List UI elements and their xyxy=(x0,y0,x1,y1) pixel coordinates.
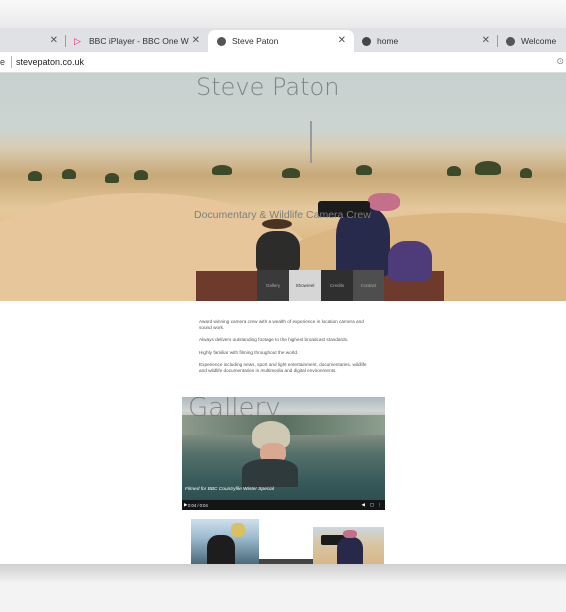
person xyxy=(388,241,432,281)
close-icon[interactable]: ✕ xyxy=(338,35,346,46)
tab-unknown[interactable]: ✕ xyxy=(0,30,66,52)
address-prefix: e xyxy=(0,57,6,67)
thumb-headscarf xyxy=(343,530,357,538)
url-text[interactable]: stevepaton.co.uk xyxy=(16,57,84,67)
nav-label: Credits xyxy=(329,283,345,288)
person xyxy=(256,231,300,273)
thumb-person xyxy=(231,523,245,537)
more-icon[interactable]: ⋮ xyxy=(378,502,383,508)
video-time: 0:04 / 0:04 xyxy=(188,503,208,508)
window-shadow xyxy=(0,564,566,612)
close-icon[interactable]: ✕ xyxy=(482,35,490,46)
palm-tree xyxy=(134,170,148,180)
window-shadow xyxy=(0,0,566,28)
hero-image: Steve Paton Documentary & Wildlife Camer… xyxy=(0,73,566,301)
nav-label: Gallery xyxy=(265,283,281,288)
video-controls: ▶ 0:04 / 0:04 ◀ ▢ ⋮ xyxy=(182,500,385,510)
palm-tree xyxy=(475,161,501,175)
tab-welcome[interactable]: Welcome xyxy=(498,30,566,52)
nav-label: Contact xyxy=(360,283,377,288)
fullscreen-icon[interactable]: ▢ xyxy=(370,502,374,508)
intro-text: Award winning camera crew with a wealth … xyxy=(199,319,371,381)
nav-gallery[interactable]: Gallery xyxy=(257,270,289,301)
address-bar[interactable]: e stevepaton.co.uk ⊙ xyxy=(0,52,566,73)
palm-tree xyxy=(105,173,119,183)
tab-home[interactable]: home ✕ xyxy=(354,30,498,52)
address-divider xyxy=(11,56,12,68)
tab-label: Welcome xyxy=(521,36,557,46)
mast xyxy=(310,121,312,163)
play-icon[interactable]: ▶ xyxy=(184,502,187,508)
paragraph: Experience including news, sport and lig… xyxy=(199,362,367,373)
headscarf xyxy=(368,193,400,211)
palm-tree xyxy=(28,171,42,181)
tab-label: home xyxy=(377,36,399,46)
palm-tree xyxy=(356,165,372,175)
palm-tree xyxy=(282,168,300,178)
palm-tree xyxy=(62,169,76,179)
globe-icon xyxy=(217,36,226,46)
site-title: Steve Paton xyxy=(196,73,340,101)
site-info-icon[interactable]: ⊙ xyxy=(556,56,564,67)
tab-label: Steve Paton xyxy=(232,36,279,46)
page-content: Steve Paton Documentary & Wildlife Camer… xyxy=(0,73,566,564)
tab-bar: ✕ ▷ BBC iPlayer - BBC One West C ✕ Steve… xyxy=(0,28,566,52)
iplayer-icon: ▷ xyxy=(74,35,81,46)
video-body xyxy=(242,459,298,487)
volume-icon[interactable]: ◀ xyxy=(362,502,365,508)
gallery-heading: Gallery xyxy=(188,397,281,423)
paragraph: Award winning camera crew with a wealth … xyxy=(199,319,364,330)
close-icon[interactable]: ✕ xyxy=(192,35,200,46)
nav-label: Showreel xyxy=(295,283,315,288)
site-subtitle: Documentary & Wildlife Camera Crew xyxy=(194,209,371,221)
gallery-thumbnail[interactable] xyxy=(313,527,384,564)
gallery-thumbnail[interactable] xyxy=(191,519,259,564)
palm-tree xyxy=(212,165,232,175)
nav-showreel[interactable]: Showreel xyxy=(289,270,321,301)
close-icon[interactable]: ✕ xyxy=(50,35,58,46)
thumb-person xyxy=(337,537,363,564)
palm-tree xyxy=(447,166,461,176)
tab-steve-paton[interactable]: Steve Paton ✕ xyxy=(208,30,354,52)
palm-tree xyxy=(520,168,532,178)
tab-bbc-iplayer[interactable]: ▷ BBC iPlayer - BBC One West C ✕ xyxy=(66,30,208,52)
site-icon xyxy=(362,36,371,46)
thumb-person xyxy=(207,535,235,564)
paragraph: Highly familiar with filming throughout … xyxy=(199,349,299,355)
nav-credits[interactable]: Credits xyxy=(321,270,353,301)
nav-contact[interactable]: Contact xyxy=(353,270,384,301)
video-caption: Filmed for BBC Countryfile Winter Specia… xyxy=(185,487,274,492)
video-player[interactable]: Gallery Filmed for BBC Countryfile Winte… xyxy=(182,397,385,510)
paragraph: Always delivers outstanding footage to t… xyxy=(199,337,349,343)
tab-label: BBC iPlayer - BBC One West C xyxy=(89,36,189,46)
globe-icon xyxy=(506,36,515,46)
